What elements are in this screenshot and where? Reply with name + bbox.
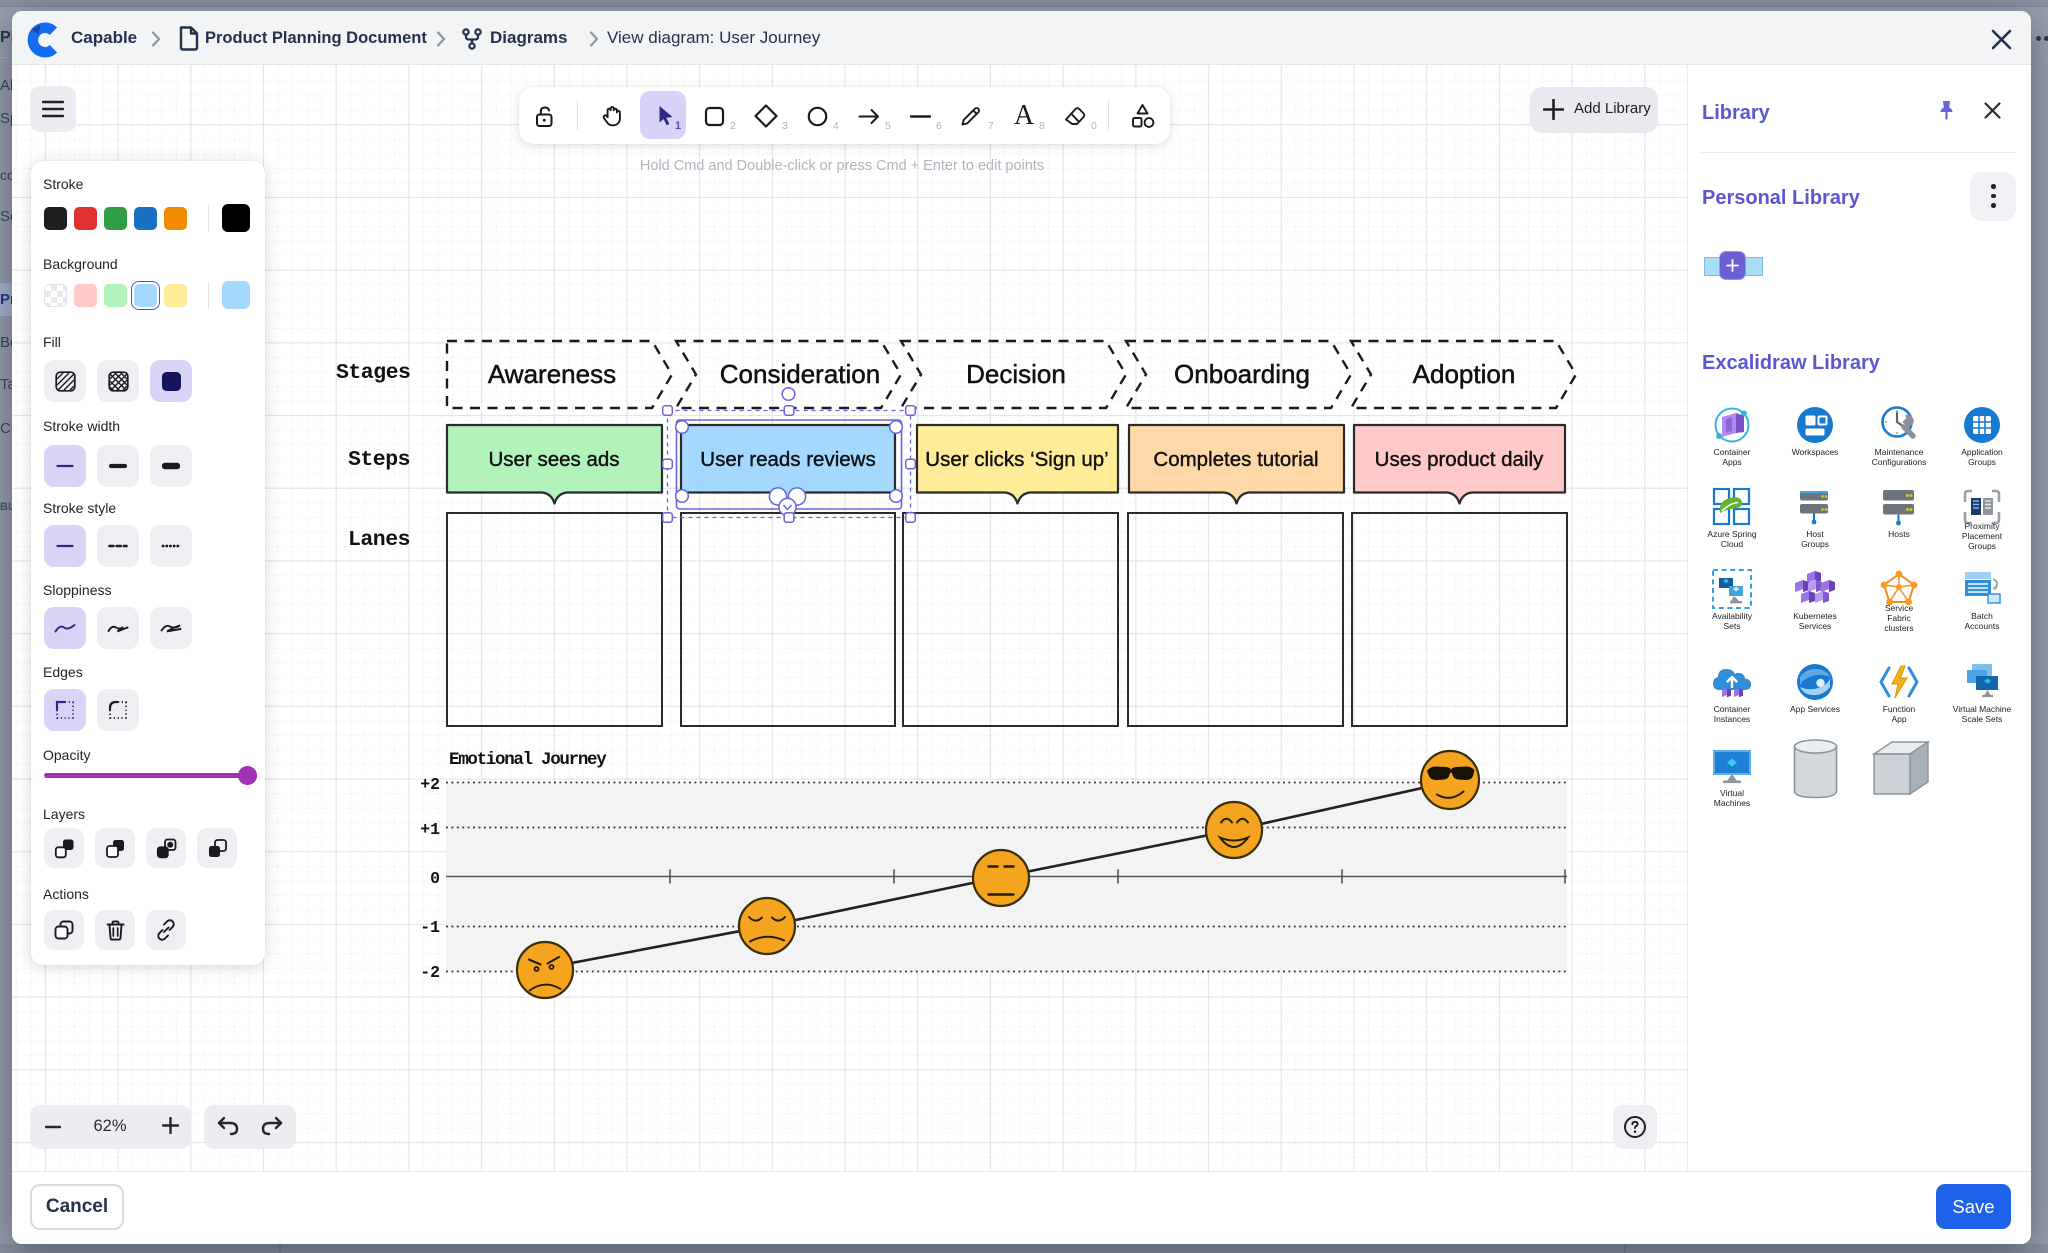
svg-text:Adoption: Adoption <box>1413 359 1516 389</box>
svg-text:-2: -2 <box>420 963 440 982</box>
svg-text:Stages: Stages <box>336 361 410 385</box>
svg-text:User reads reviews: User reads reviews <box>700 448 875 471</box>
svg-text:Emotional Journey: Emotional Journey <box>449 750 607 770</box>
svg-text:Onboarding: Onboarding <box>1174 359 1310 389</box>
svg-text:0: 0 <box>430 869 440 888</box>
svg-text:User clicks ‘Sign up’: User clicks ‘Sign up’ <box>925 448 1108 471</box>
svg-text:+1: +1 <box>420 820 440 839</box>
svg-text:Lanes: Lanes <box>348 528 410 552</box>
svg-text:Consideration: Consideration <box>720 359 880 389</box>
svg-text:Awareness: Awareness <box>488 359 616 389</box>
svg-text:Decision: Decision <box>966 359 1066 389</box>
svg-text:Uses product daily: Uses product daily <box>1375 448 1544 471</box>
svg-text:Completes tutorial: Completes tutorial <box>1153 448 1318 471</box>
svg-text:User sees ads: User sees ads <box>488 448 619 471</box>
svg-text:-1: -1 <box>420 918 440 937</box>
svg-text:+2: +2 <box>420 775 440 794</box>
svg-text:Steps: Steps <box>348 448 410 472</box>
